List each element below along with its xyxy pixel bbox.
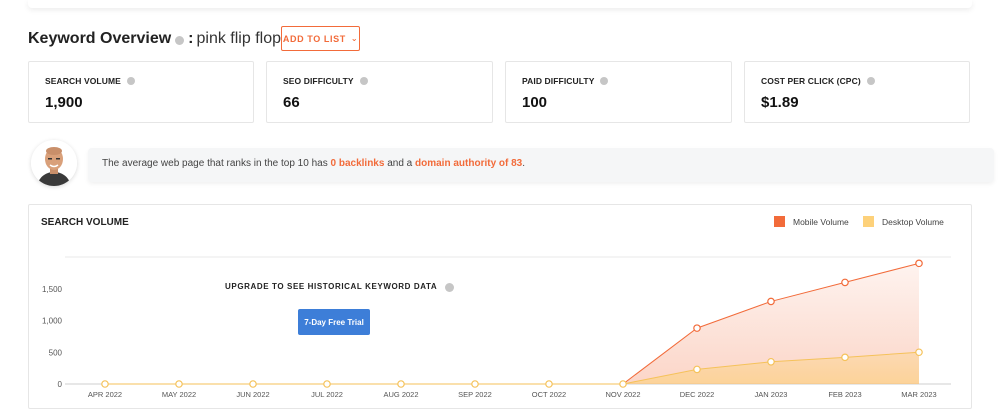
data-point-desktop bbox=[915, 348, 923, 357]
data-point-desktop bbox=[693, 365, 701, 374]
upgrade-text: UPGRADE TO SEE HISTORICAL KEYWORD DATA bbox=[225, 282, 438, 291]
data-point-mobile bbox=[767, 297, 775, 306]
add-to-list-label: ADD TO LIST bbox=[282, 33, 346, 44]
metric-value: 66 bbox=[283, 94, 300, 111]
x-tick-label: OCT 2022 bbox=[532, 390, 566, 399]
title-label: Keyword Overview bbox=[28, 30, 172, 47]
info-icon[interactable] bbox=[359, 77, 368, 85]
metric-value: 100 bbox=[522, 94, 548, 111]
metric-label: COST PER CLICK (CPC) bbox=[761, 76, 861, 86]
metric-label: SEO DIFFICULTY bbox=[283, 76, 354, 86]
x-tick-label: FEB 2023 bbox=[828, 390, 861, 399]
y-tick-label: 500 bbox=[49, 348, 63, 357]
data-point-desktop bbox=[175, 380, 183, 388]
y-tick-label: 0 bbox=[58, 380, 63, 389]
chevron-down-icon: ⌄ bbox=[350, 34, 359, 43]
keyword-text: pink flip flops bbox=[196, 30, 290, 47]
x-tick-label: MAR 2023 bbox=[901, 390, 936, 399]
banner-suffix: . bbox=[522, 158, 526, 169]
top-bar-edge bbox=[28, 0, 972, 8]
metric-value: $1.89 bbox=[761, 94, 799, 111]
data-point-desktop bbox=[471, 380, 479, 388]
search-volume-chart: 0 500 1,000 1,500 APR 2022 MAY 2022 JUN 2022 JU… bbox=[42, 256, 951, 399]
authority-highlight: domain authority of 83 bbox=[415, 158, 523, 169]
y-tick-label: 1,500 bbox=[42, 285, 63, 294]
upgrade-notice: UPGRADE TO SEE HISTORICAL KEYWORD DATA bbox=[225, 282, 458, 292]
title-colon: : bbox=[188, 30, 194, 47]
banner-middle: and a bbox=[384, 158, 416, 169]
add-to-list-button[interactable]: ADD TO LIST ⌄ bbox=[281, 26, 360, 51]
avatar bbox=[31, 140, 77, 186]
banner-text: The average web page that ranks in the t… bbox=[102, 158, 525, 169]
x-tick-label: JUL 2022 bbox=[311, 390, 343, 399]
data-point-mobile bbox=[693, 324, 701, 332]
info-icon[interactable] bbox=[866, 77, 875, 85]
metric-value: 1,900 bbox=[45, 94, 83, 111]
data-point-desktop bbox=[545, 380, 553, 388]
x-tick-label: AUG 2022 bbox=[383, 390, 418, 399]
data-point-desktop bbox=[619, 380, 627, 388]
metric-card-paid-difficulty: PAID DIFFICULTY 100 bbox=[505, 61, 732, 123]
info-icon[interactable] bbox=[175, 35, 185, 45]
x-tick-label: MAY 2022 bbox=[162, 390, 196, 399]
x-tick-label: JUN 2022 bbox=[236, 390, 269, 399]
data-point-desktop bbox=[101, 380, 109, 388]
data-point-desktop bbox=[841, 353, 849, 362]
data-point-mobile bbox=[915, 259, 923, 268]
data-point-desktop bbox=[767, 357, 775, 366]
person-avatar-icon bbox=[31, 140, 77, 186]
free-trial-button[interactable]: 7-Day Free Trial bbox=[298, 309, 370, 335]
info-icon[interactable] bbox=[600, 77, 609, 85]
data-point-desktop bbox=[323, 380, 331, 388]
banner-prefix: The average web page that ranks in the t… bbox=[102, 158, 331, 169]
backlinks-highlight: 0 backlinks bbox=[330, 158, 385, 169]
insight-banner: The average web page that ranks in the t… bbox=[28, 140, 994, 188]
search-volume-chart-panel: SEARCH VOLUME Mobile Volume Desktop Volu… bbox=[28, 204, 972, 409]
x-tick-label: APR 2022 bbox=[88, 390, 122, 399]
x-tick-label: JAN 2023 bbox=[755, 390, 788, 399]
metric-card-cpc: COST PER CLICK (CPC) $1.89 bbox=[744, 61, 970, 123]
data-point-desktop bbox=[249, 380, 257, 388]
metric-label: PAID DIFFICULTY bbox=[522, 76, 595, 86]
y-tick-label: 1,000 bbox=[42, 317, 63, 326]
x-tick-label: SEP 2022 bbox=[458, 390, 492, 399]
x-tick-label: NOV 2022 bbox=[605, 390, 640, 399]
data-point-desktop bbox=[397, 380, 405, 388]
data-point-mobile bbox=[841, 278, 849, 287]
metric-label: SEARCH VOLUME bbox=[45, 76, 121, 86]
x-tick-label: DEC 2022 bbox=[680, 390, 715, 399]
page-title: Keyword Overview : pink flip flops bbox=[28, 28, 289, 50]
metric-card-search-volume: SEARCH VOLUME 1,900 bbox=[28, 61, 254, 123]
info-icon[interactable] bbox=[445, 283, 455, 292]
metric-card-seo-difficulty: SEO DIFFICULTY 66 bbox=[266, 61, 493, 123]
info-icon[interactable] bbox=[126, 77, 135, 85]
